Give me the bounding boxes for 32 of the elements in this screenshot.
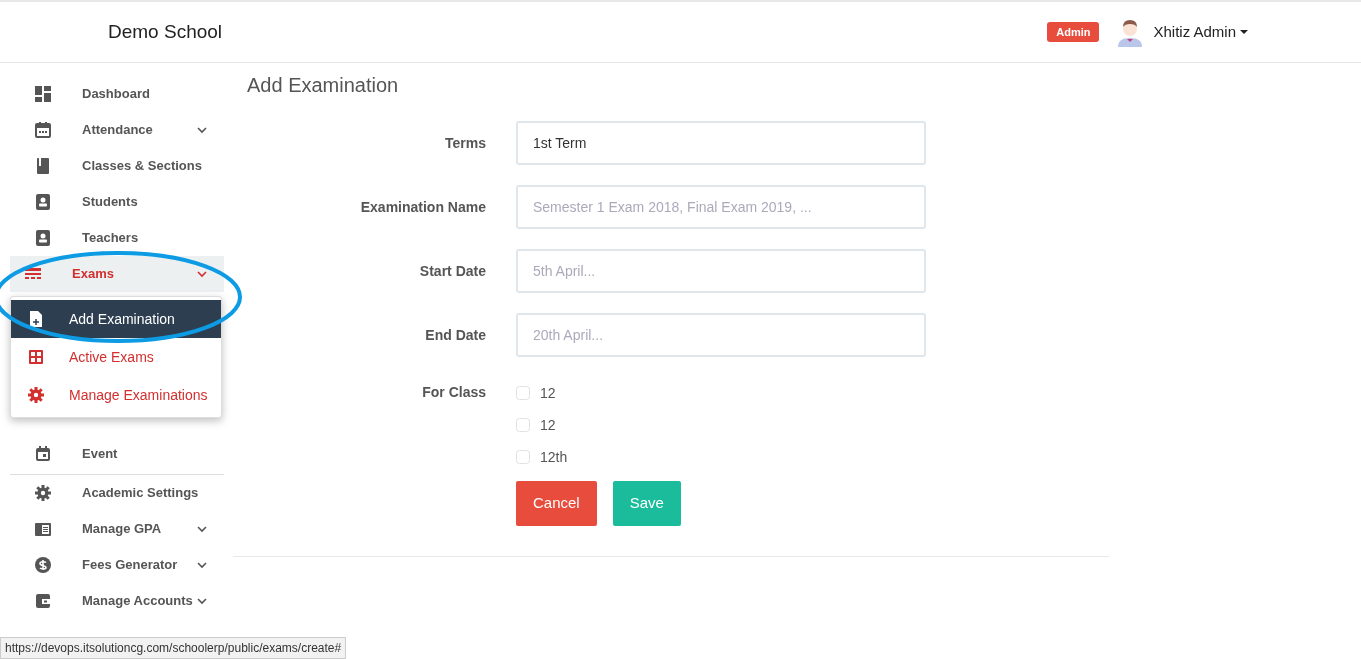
- checkbox-label: 12: [540, 415, 556, 435]
- input-field[interactable]: 5th April...: [516, 249, 926, 293]
- sidebar-item[interactable]: Event: [10, 436, 224, 472]
- sidebar-item[interactable]: Manage Accounts: [10, 583, 224, 619]
- sidebar-item[interactable]: Dashboard: [10, 76, 224, 112]
- sidebar-item[interactable]: Academic Settings: [10, 475, 224, 511]
- field-label: For Class: [421, 383, 487, 402]
- checkbox-label: 12: [540, 383, 556, 403]
- input-field[interactable]: 20th April...: [516, 313, 926, 357]
- page-title: Add Examination: [247, 73, 400, 97]
- sidebar-item[interactable]: Exams: [10, 256, 224, 292]
- checkbox-label: 12th: [540, 447, 568, 467]
- field-label: End Date: [424, 325, 487, 345]
- sidebar-item[interactable]: Classes & Sections: [10, 148, 224, 184]
- brand-title[interactable]: Demo School: [108, 17, 223, 47]
- sidebar-item[interactable]: Fees Generator: [10, 547, 224, 583]
- sidebar-item[interactable]: Teachers: [10, 220, 224, 256]
- field-label: Terms: [444, 133, 487, 153]
- submenu-item[interactable]: Add Examination: [11, 300, 221, 338]
- sidebar-item[interactable]: Attendance: [10, 112, 224, 148]
- submenu-item[interactable]: Manage Examinations: [11, 376, 221, 414]
- field-label: Examination Name: [359, 197, 487, 217]
- user-menu[interactable]: Xhitiz Admin: [1153, 20, 1248, 44]
- status-url: https://devops.itsolutioncg.com/schoolerp/public/exams/create#: [0, 637, 347, 659]
- field-label: Start Date: [418, 261, 487, 281]
- role-badge: Admin: [1047, 21, 1100, 43]
- cancel-button[interactable]: Cancel: [516, 481, 597, 526]
- sidebar-item[interactable]: Students: [10, 184, 224, 220]
- input-field[interactable]: Semester 1 Exam 2018, Final Exam 2019, ...: [516, 185, 926, 229]
- select-field[interactable]: 1st Term: [516, 121, 926, 165]
- submenu-item[interactable]: Active Exams: [11, 338, 221, 376]
- sidebar-item[interactable]: Manage GPA: [10, 511, 224, 547]
